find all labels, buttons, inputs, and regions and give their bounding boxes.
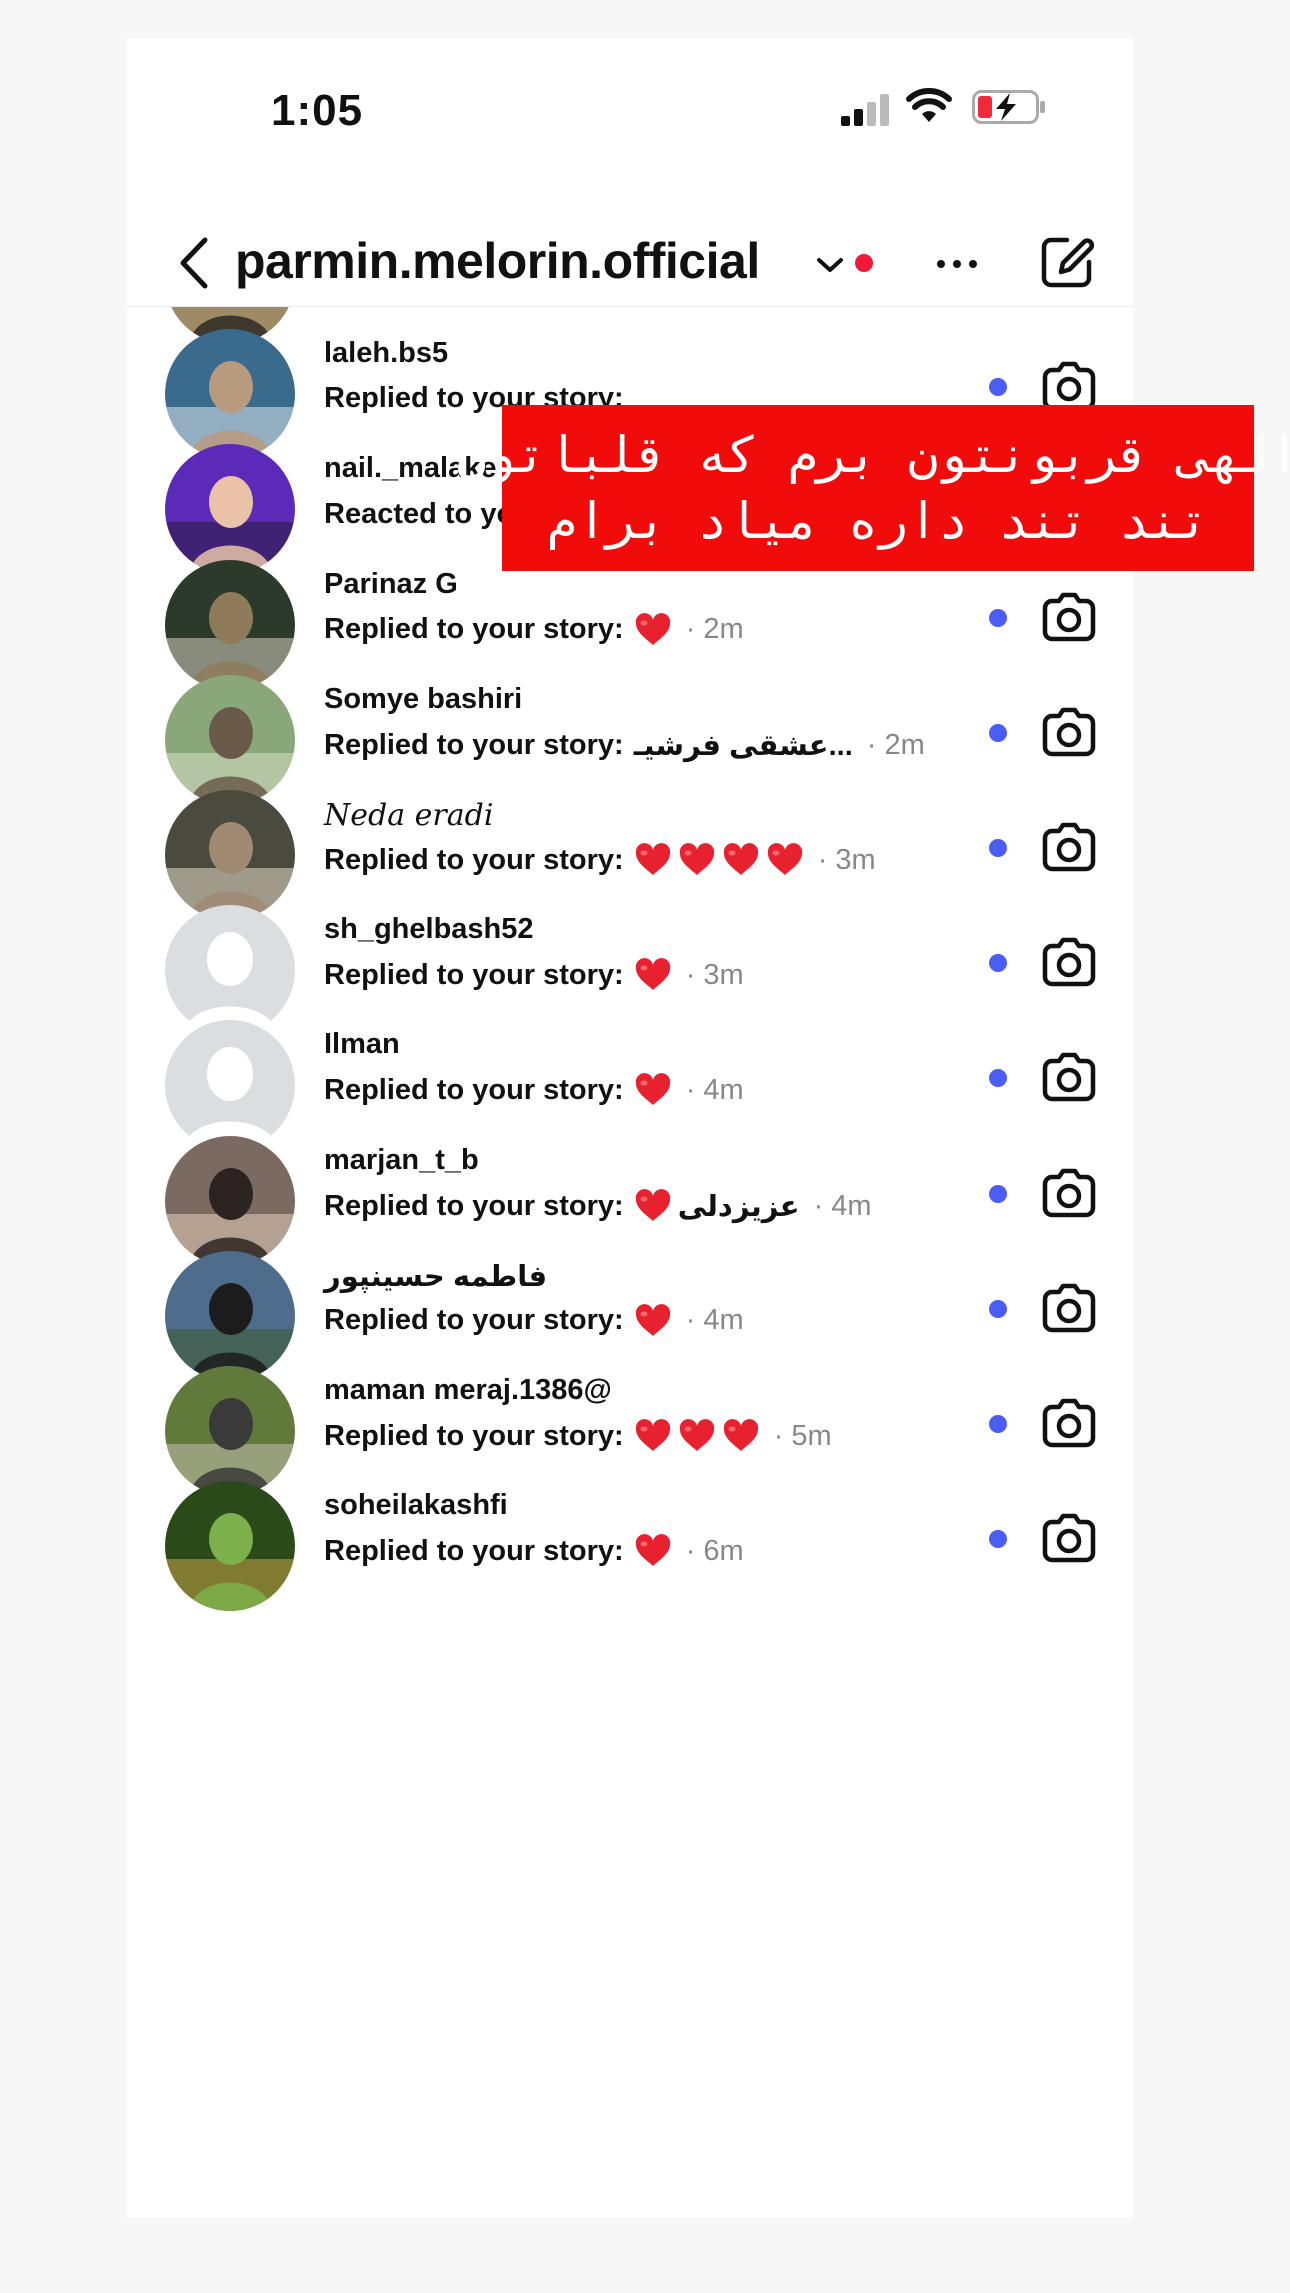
username: soheilakashfi <box>324 1489 508 1522</box>
reaction-content: عشقی فرشیـ... <box>634 728 853 763</box>
username: Neda eradi <box>324 798 494 833</box>
reaction-content <box>634 1303 672 1338</box>
unread-indicator <box>989 723 1007 742</box>
story-caption-overlay: الهی قربونتون برم که قلباتون تند تند دار… <box>457 405 1290 571</box>
story-action-text: Replied to your story: <box>324 958 624 991</box>
username: فاطمه حسینپور <box>324 1260 548 1293</box>
unread-indicator <box>989 1184 1007 1203</box>
camera-icon[interactable] <box>1041 591 1097 643</box>
message-timestamp: · 4m <box>685 1304 744 1337</box>
message-timestamp: · 4m <box>813 1189 872 1222</box>
message-preview: Replied to your story: · 3m <box>324 958 744 992</box>
unread-indicator <box>989 1415 1007 1433</box>
story-action-text: Replied to your story: <box>324 1189 624 1222</box>
story-action-text: Replied to your story: <box>324 1304 624 1337</box>
cellular-signal-icon <box>841 94 889 126</box>
account-notification-dot <box>855 254 873 272</box>
heart-emoji-icon <box>634 1419 672 1453</box>
message-preview: Replied to your story: عزیزدلی · 4m <box>324 1189 872 1224</box>
heart-emoji-icon <box>634 1534 672 1568</box>
heart-emoji-icon <box>634 1073 672 1107</box>
reaction-content <box>634 1073 672 1107</box>
status-time: 1:05 <box>271 86 364 135</box>
message-timestamp: · 4m <box>685 1073 744 1106</box>
unread-indicator <box>989 1299 1007 1318</box>
message-timestamp: · 6m <box>685 1534 744 1567</box>
message-preview: Replied to your story: · 6m <box>324 1534 744 1568</box>
unread-indicator <box>989 608 1007 627</box>
heart-emoji-icon <box>678 1419 716 1453</box>
message-row[interactable]: soheilakashfi Replied to your story: · 6m <box>127 1455 1133 1623</box>
inbox-header: parmin.melorin.official <box>127 188 1133 307</box>
camera-icon[interactable] <box>1041 1397 1097 1449</box>
message-preview: Replied to your story: · 2m <box>324 612 744 647</box>
reaction-content <box>634 1534 672 1568</box>
story-action-text: Replied to your story: <box>324 613 624 646</box>
username: marjan_t_b <box>324 1143 479 1176</box>
reaction-content <box>634 1419 760 1453</box>
username: maman meraj.1386@ <box>324 1374 612 1406</box>
username: Parinaz G <box>324 567 458 600</box>
heart-emoji-icon <box>634 1303 672 1338</box>
username: sh_ghelbash52 <box>324 913 534 946</box>
message-timestamp: · 3m <box>685 958 744 991</box>
avatar[interactable] <box>165 1481 295 1612</box>
camera-icon[interactable] <box>1041 1167 1097 1219</box>
message-preview: Replied to your story: · 4m <box>324 1073 744 1107</box>
caption-line-2: تند تند داره میاد برام <box>546 492 1210 550</box>
message-timestamp: · 3m <box>817 843 876 876</box>
story-action-text: Replied to your story: <box>324 1419 624 1452</box>
camera-icon[interactable] <box>1041 1051 1097 1103</box>
unread-indicator <box>989 839 1007 857</box>
reaction-text: عزیزدلی <box>677 1190 800 1223</box>
message-preview: Replied to your story: · 5m <box>324 1419 832 1453</box>
reaction-content <box>634 958 672 992</box>
message-timestamp: · 2m <box>685 613 744 646</box>
chevron-down-icon[interactable] <box>815 254 845 276</box>
wifi-icon <box>906 88 952 122</box>
message-preview: Replied to your story: · 3m <box>324 843 876 877</box>
heart-emoji-icon <box>722 1419 760 1453</box>
unread-indicator <box>989 1069 1007 1088</box>
heart-emoji-icon <box>634 1189 672 1223</box>
unread-indicator <box>989 378 1007 397</box>
heart-emoji-icon <box>634 958 672 992</box>
heart-emoji-icon <box>678 843 716 877</box>
camera-icon[interactable] <box>1041 1512 1097 1564</box>
message-preview: Replied to your story: عشقی فرشیـ... · 2m <box>324 728 925 763</box>
inbox-screen: 1:05 parmin.melorin.official sara <box>127 38 1133 2218</box>
heart-emoji-icon <box>634 843 672 877</box>
camera-icon[interactable] <box>1041 936 1097 988</box>
story-action-text: Replied to your story: <box>324 843 624 876</box>
message-preview: Replied to your story: · 4m <box>324 1303 744 1338</box>
heart-emoji-icon <box>722 843 760 877</box>
reaction-text: عشقی فرشیـ... <box>633 729 853 762</box>
camera-icon[interactable] <box>1041 1282 1097 1334</box>
camera-icon[interactable] <box>1041 821 1097 873</box>
caption-line-1: الهی قربونتون برم که قلباتون <box>456 426 1290 484</box>
camera-icon[interactable] <box>1041 706 1097 758</box>
heart-emoji-icon <box>766 843 804 877</box>
more-options-icon[interactable] <box>935 242 979 286</box>
reaction-content <box>634 843 804 877</box>
unread-indicator <box>989 954 1007 973</box>
story-action-text: Replied to your story: <box>324 1073 624 1106</box>
story-action-text: Replied to your story: <box>324 1534 624 1567</box>
username: Somye bashiri <box>324 682 523 715</box>
account-switcher-name[interactable]: parmin.melorin.official <box>235 232 760 290</box>
reaction-content: عزیزدلی <box>634 1189 800 1224</box>
back-arrow-icon[interactable] <box>175 234 215 292</box>
unread-indicator <box>989 1530 1007 1549</box>
heart-emoji-icon <box>634 612 672 647</box>
username: laleh.bs5 <box>324 337 449 370</box>
username: Ilman <box>324 1028 400 1061</box>
message-timestamp: · 2m <box>866 728 925 761</box>
story-action-text: Replied to your story: <box>324 728 624 761</box>
battery-charging-icon <box>972 90 1045 124</box>
message-timestamp: · 5m <box>773 1419 832 1452</box>
reaction-content <box>634 612 672 647</box>
compose-message-icon[interactable] <box>1037 232 1097 292</box>
